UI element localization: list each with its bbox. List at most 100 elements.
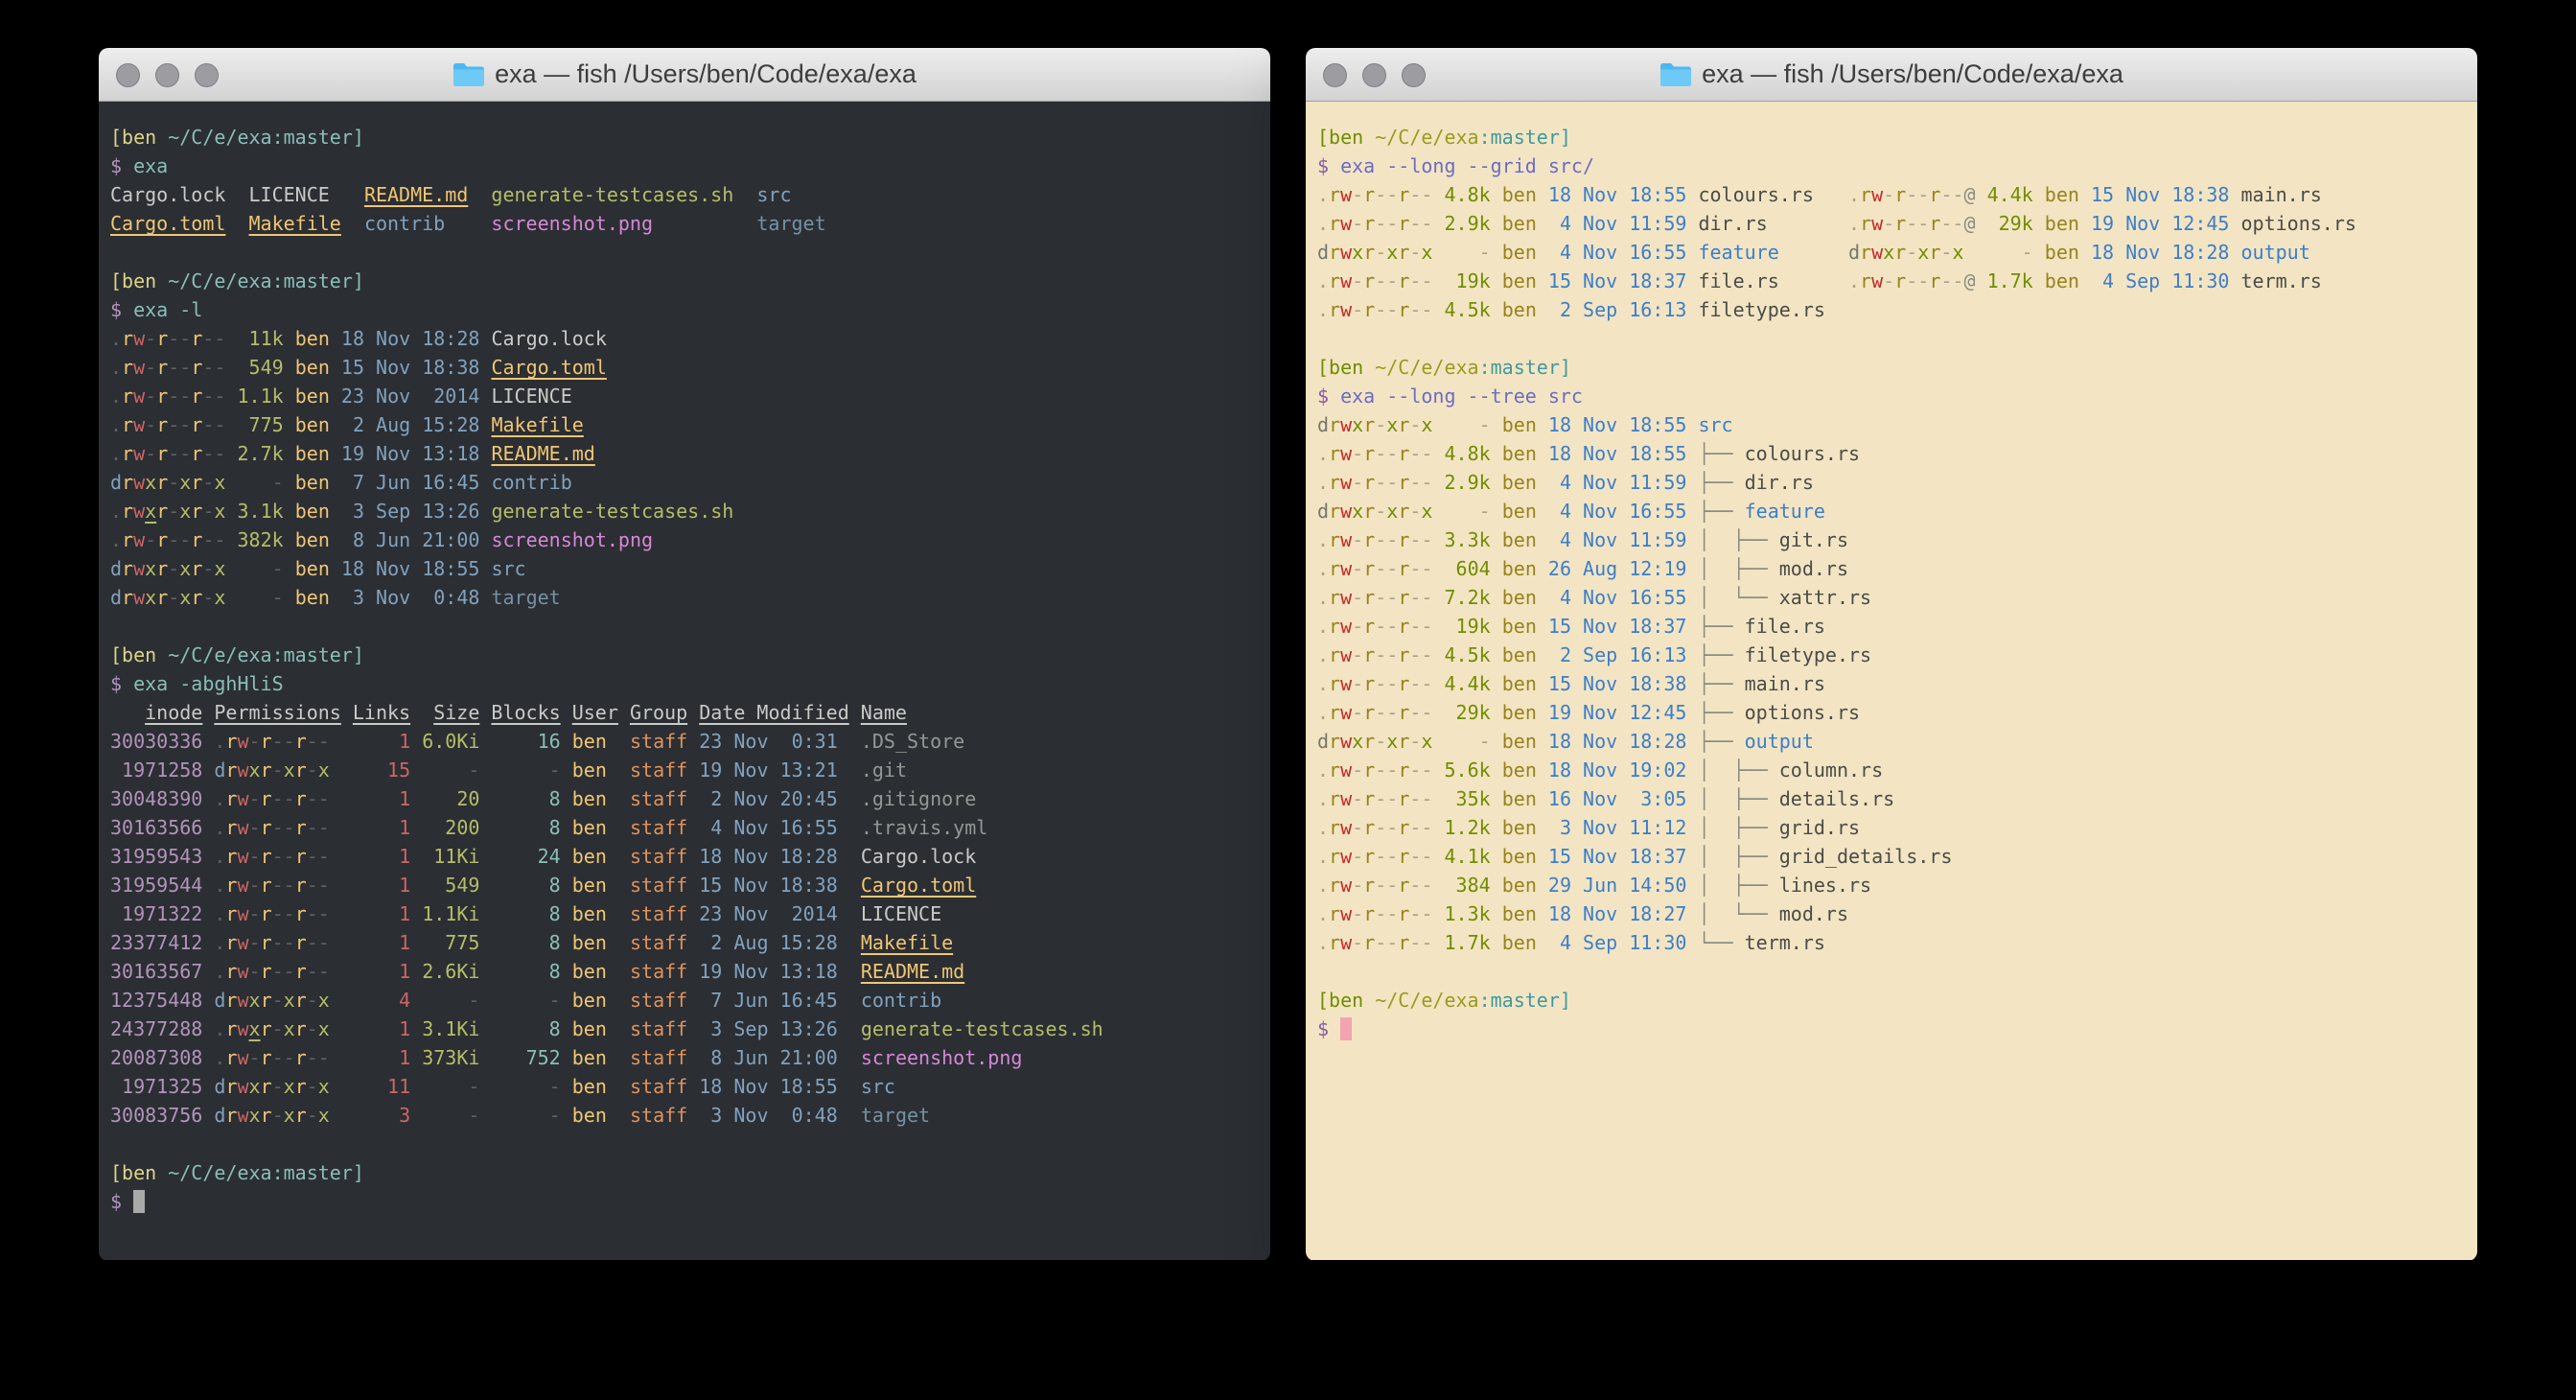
text-segment: 549 [422,874,479,897]
text-segment: 3.1k [238,500,284,523]
text-segment: ben [572,1075,618,1098]
text-segment: w [1340,500,1352,523]
terminal-line: .rw-r--r-- 3.3k ben 4 Nov 11:59 │ ├── gi… [1317,525,2466,554]
text-segment: 23 Nov 0:31 [699,730,838,753]
text-segment: w [1340,413,1352,436]
text-segment: r [1398,442,1409,465]
text-segment [1491,471,1502,494]
text-segment: r [1363,787,1375,810]
text-segment: -- [307,931,330,954]
text-segment: - [249,931,261,954]
text-segment: -- [272,902,295,925]
text-segment: r [1398,212,1409,235]
text-segment: r [1363,269,1375,292]
terminal-line: [ben ~/C/e/exa:master] [110,641,1259,669]
text-segment: :master] [272,1161,364,1184]
close-button[interactable] [116,63,140,87]
text-segment: 18 Nov 18:28 [1548,730,1687,753]
text-segment: -- [168,385,191,408]
text-segment: -- [1375,528,1398,551]
text-segment: [ben [1317,989,1375,1012]
text-segment [1432,413,1444,436]
text-segment: - [1445,500,1491,523]
titlebar[interactable]: exa — fish /Users/ben/Code/exa/exa [1306,48,2477,102]
text-segment [225,500,237,523]
text-segment: r [1363,816,1375,839]
terminal-output[interactable]: [ben ~/C/e/exa:master]$ exa --long --gri… [1306,102,2477,1260]
text-segment: w [237,1104,248,1127]
text-segment: r [295,758,307,782]
text-segment: . [1317,758,1329,782]
text-segment: r [191,528,202,551]
minimize-button[interactable] [155,63,179,87]
text-segment [479,500,491,523]
desktop-background: { "desktop": { "bg": "#000000" }, "title… [0,0,2576,1400]
text-segment: d [214,1075,225,1098]
text-segment: r [1329,212,1340,235]
text-segment: r [1329,241,1340,264]
window-light-terminal[interactable]: exa — fish /Users/ben/Code/exa/exa [ben … [1306,48,2477,1261]
window-dark-terminal[interactable]: exa — fish /Users/ben/Code/exa/exa [ben … [99,48,1270,1261]
text-segment: src [861,1075,895,1098]
text-segment: r [156,471,168,494]
text-segment: w [1340,212,1352,235]
text-segment: -- [1375,298,1398,321]
text-segment: 3 [353,1104,410,1127]
text-segment: $ [110,672,133,695]
text-segment: r [1929,241,1940,264]
text-segment: r [1398,874,1409,897]
zoom-button[interactable] [195,63,219,87]
text-segment: w [1871,183,1883,206]
text-segment: . [1317,902,1329,925]
text-segment: -- [168,356,191,379]
text-segment: -- [272,874,295,897]
text-segment [561,1017,572,1040]
text-segment [561,787,572,810]
text-segment [479,586,491,609]
terminal-line: [ben ~/C/e/exa:master] [110,1158,1259,1187]
text-segment [479,356,491,379]
text-segment: - [1352,471,1363,494]
text-segment [687,1046,699,1069]
text-segment [479,787,491,810]
text-segment: w [133,471,145,494]
terminal-line: .rw-r--r-- 4.8k ben 18 Nov 18:55 colours… [1317,180,2466,209]
text-segment: 1 [353,960,410,983]
text-segment [1537,931,1548,954]
text-segment: filetype.rs [1745,643,1871,666]
text-segment: r [295,730,307,753]
text-segment [202,989,214,1012]
text-segment: - [272,1075,284,1098]
text-segment [618,845,630,868]
text-segment: r [1398,758,1409,782]
text-segment: r [1398,241,1409,264]
text-segment: r [1860,212,1871,235]
titlebar[interactable]: exa — fish /Users/ben/Code/exa/exa [99,48,1270,102]
text-segment [1537,500,1548,523]
minimize-button[interactable] [1362,63,1386,87]
text-segment: r [1363,643,1375,666]
text-segment [1537,643,1548,666]
text-segment: -- [272,730,295,753]
text-segment [561,1046,572,1069]
terminal-output[interactable]: [ben ~/C/e/exa:master]$ exaCargo.lock LI… [99,102,1270,1260]
text-segment: r [295,874,307,897]
text-segment: exa -l [133,298,202,321]
text-segment: -- [1375,874,1398,897]
text-segment: - [1352,701,1363,724]
zoom-button[interactable] [1402,63,1426,87]
text-segment [618,730,630,753]
text-segment: - [422,989,479,1012]
text-segment: Size [433,701,479,724]
terminal-line: $ exa --long --tree src [1317,382,2466,410]
title-group: exa — fish /Users/ben/Code/exa/exa [1659,59,2123,89]
text-segment [225,413,237,436]
text-segment: dir.rs [1698,212,1767,235]
text-segment [225,557,237,580]
text-segment [202,816,214,839]
text-segment [1491,413,1502,436]
close-button[interactable] [1323,63,1347,87]
text-segment: 4.5k [1445,298,1491,321]
text-segment: screenshot.png [491,528,653,551]
text-segment: @ [1963,212,1975,235]
